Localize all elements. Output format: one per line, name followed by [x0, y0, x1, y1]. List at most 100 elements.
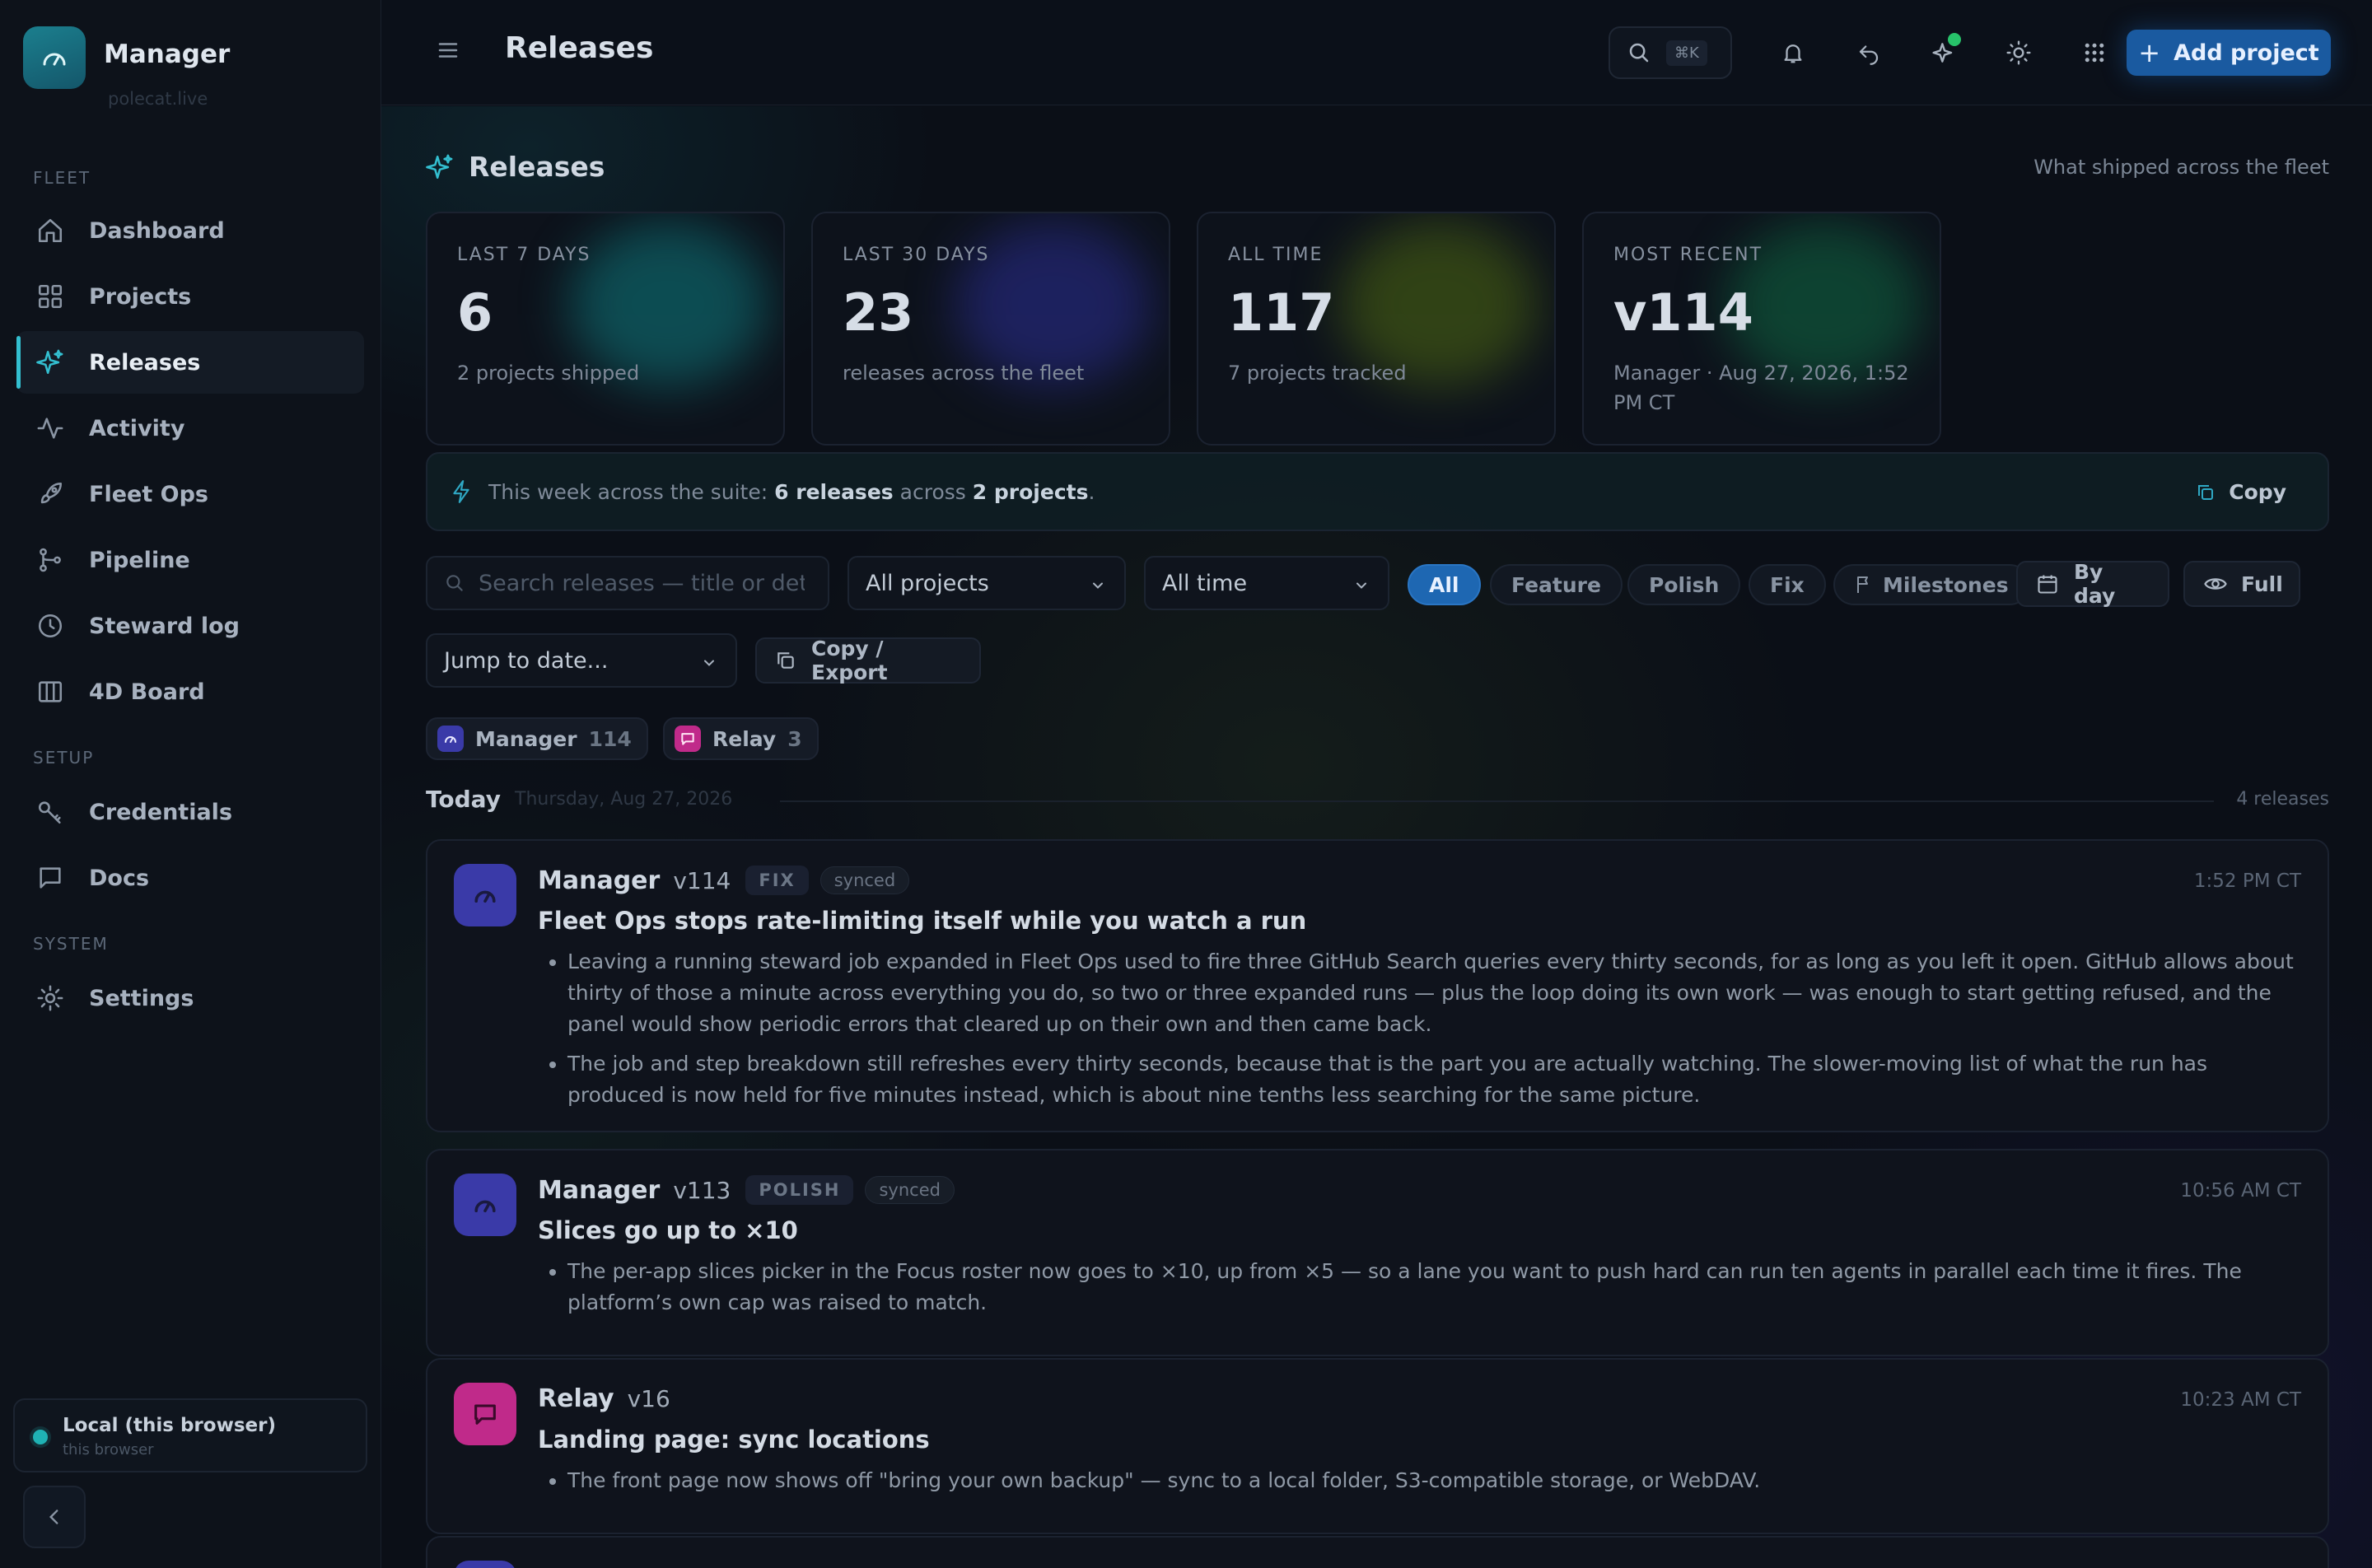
global-search-button[interactable]: ⌘K — [1609, 26, 1732, 79]
release-type-tag: POLISH — [745, 1175, 854, 1205]
chip-label: Feature — [1511, 572, 1601, 597]
brand[interactable]: Manager polecat.live — [23, 26, 230, 109]
filter-chip-all[interactable]: All — [1408, 564, 1481, 605]
section-subtitle: What shipped across the fleet — [2033, 156, 2329, 179]
day-count: 4 releases — [2236, 789, 2329, 810]
add-project-label: Add project — [2174, 40, 2319, 66]
release-header: Manager v113 POLISH synced — [538, 1175, 955, 1205]
sidebar-item-docs[interactable]: Docs — [16, 847, 364, 909]
project-chip-relay[interactable]: Relay 3 — [663, 717, 819, 760]
undo-button[interactable] — [1852, 36, 1885, 69]
sidebar-item-activity[interactable]: Activity — [16, 397, 364, 460]
sidebar-item-label: Settings — [89, 985, 194, 1011]
stat-card-last-7-days: LAST 7 DAYS 6 2 projects shipped — [426, 212, 785, 446]
release-project: Manager — [538, 866, 661, 895]
sidebar-item-settings[interactable]: Settings — [16, 967, 364, 1029]
release-card[interactable]: Manager v113 POLISH synced 10:56 AM CT S… — [426, 1149, 2329, 1356]
sidebar-item-projects[interactable]: Projects — [16, 265, 364, 328]
project-chip-manager[interactable]: Manager 114 — [426, 717, 648, 760]
chevron-down-icon — [1353, 577, 1370, 594]
relay-avatar-icon — [454, 1383, 516, 1445]
storage-location[interactable]: Local (this browser) this browser — [13, 1398, 367, 1472]
time-filter-select[interactable]: All time — [1144, 556, 1389, 610]
sidebar-item-pipeline[interactable]: Pipeline — [16, 529, 364, 591]
search-icon — [1627, 40, 1651, 65]
ai-assistant-button[interactable] — [1928, 33, 1961, 69]
add-project-button[interactable]: + Add project — [2127, 30, 2331, 76]
sidebar-item-4d-board[interactable]: 4D Board — [16, 660, 364, 723]
theme-toggle-button[interactable] — [2002, 36, 2035, 69]
week-releases: 6 releases — [774, 479, 894, 504]
stat-label: LAST 7 DAYS — [457, 245, 591, 265]
collapse-sidebar-button[interactable] — [23, 1486, 86, 1548]
stat-value: 23 — [843, 282, 914, 343]
apps-button[interactable] — [2078, 36, 2111, 69]
release-search[interactable] — [426, 556, 829, 610]
copy-icon — [2196, 483, 2216, 502]
activity-icon — [35, 413, 66, 444]
stat-desc: 7 projects tracked — [1228, 362, 1407, 385]
copy-export-button[interactable]: Copy / Export — [755, 637, 981, 684]
stat-desc: 2 projects shipped — [457, 362, 640, 385]
sync-badge: synced — [865, 1176, 955, 1204]
calendar-icon — [2036, 572, 2059, 595]
eye-icon — [2203, 572, 2228, 596]
project-chip-count: 114 — [588, 726, 632, 751]
release-note: The per-app slices picker in the Focus r… — [567, 1256, 2301, 1318]
chevron-down-icon — [701, 655, 717, 671]
columns-icon — [35, 676, 66, 707]
sidebar-item-dashboard[interactable]: Dashboard — [16, 199, 364, 262]
release-card[interactable]: Manager v114 FIX synced 1:52 PM CT Fleet… — [426, 839, 2329, 1132]
time-filter-value: All time — [1162, 570, 1248, 596]
week-projects: 2 projects — [972, 479, 1089, 504]
filter-chip-feature[interactable]: Feature — [1490, 564, 1623, 605]
stat-label: MOST RECENT — [1613, 245, 1763, 265]
full-label: Full — [2241, 572, 2283, 596]
sidebar-item-releases[interactable]: Releases — [16, 331, 364, 394]
project-filter-value: All projects — [866, 570, 989, 596]
stat-card-all-time: ALL TIME 117 7 projects tracked — [1197, 212, 1556, 446]
manager-avatar-icon — [454, 1174, 516, 1236]
day-date: Thursday, Aug 27, 2026 — [515, 789, 733, 810]
filter-chip-fix[interactable]: Fix — [1749, 564, 1826, 605]
sidebar-item-label: Credentials — [89, 799, 233, 825]
release-search-input[interactable] — [477, 569, 806, 597]
release-notes: The per-app slices picker in the Focus r… — [538, 1256, 2301, 1327]
week-mid: across — [899, 479, 966, 504]
sidebar-item-credentials[interactable]: Credentials — [16, 781, 364, 843]
menu-button[interactable] — [436, 38, 460, 63]
release-card[interactable]: Relay v16 10:23 AM CT Landing page: sync… — [426, 1358, 2329, 1534]
release-card[interactable] — [426, 1536, 2329, 1568]
section-label-system: SYSTEM — [33, 934, 109, 954]
chip-label: All — [1429, 572, 1459, 597]
full-view-button[interactable]: Full — [2183, 561, 2300, 607]
topbar: Releases ⌘K + Add project — [381, 0, 2372, 105]
weekly-summary-banner: This week across the suite: 6 releases a… — [426, 452, 2329, 531]
stat-label: LAST 30 DAYS — [843, 245, 990, 265]
home-icon — [35, 215, 66, 246]
search-shortcut: ⌘K — [1666, 40, 1707, 66]
sidebar-item-steward-log[interactable]: Steward log — [16, 595, 364, 657]
filter-chip-polish[interactable]: Polish — [1627, 564, 1741, 605]
project-filter-select[interactable]: All projects — [847, 556, 1126, 610]
sidebar-item-fleet-ops[interactable]: Fleet Ops — [16, 463, 364, 525]
jump-to-date-select[interactable]: Jump to date... — [426, 633, 737, 688]
sparkle-icon — [426, 153, 454, 181]
notifications-button[interactable] — [1777, 36, 1809, 69]
day-label: Today — [426, 786, 501, 813]
release-time: 1:52 PM CT — [2193, 870, 2301, 892]
sidebar-item-label: Docs — [89, 865, 150, 891]
project-chip-name: Manager — [475, 726, 577, 751]
clock-icon — [35, 610, 66, 642]
group-by-day-button[interactable]: By day — [2016, 560, 2169, 608]
sidebar-item-label: Dashboard — [89, 217, 225, 244]
project-chip-count: 3 — [787, 726, 802, 751]
sun-icon — [2005, 40, 2032, 66]
filter-chip-milestones[interactable]: Milestones — [1833, 564, 2030, 605]
copy-summary-button[interactable]: Copy — [2196, 480, 2286, 504]
branch-icon — [35, 544, 66, 576]
stat-value: v114 — [1613, 282, 1753, 343]
section-header: Releases — [426, 151, 605, 183]
relay-avatar-icon — [675, 726, 701, 752]
sidebar-item-label: Steward log — [89, 613, 240, 639]
